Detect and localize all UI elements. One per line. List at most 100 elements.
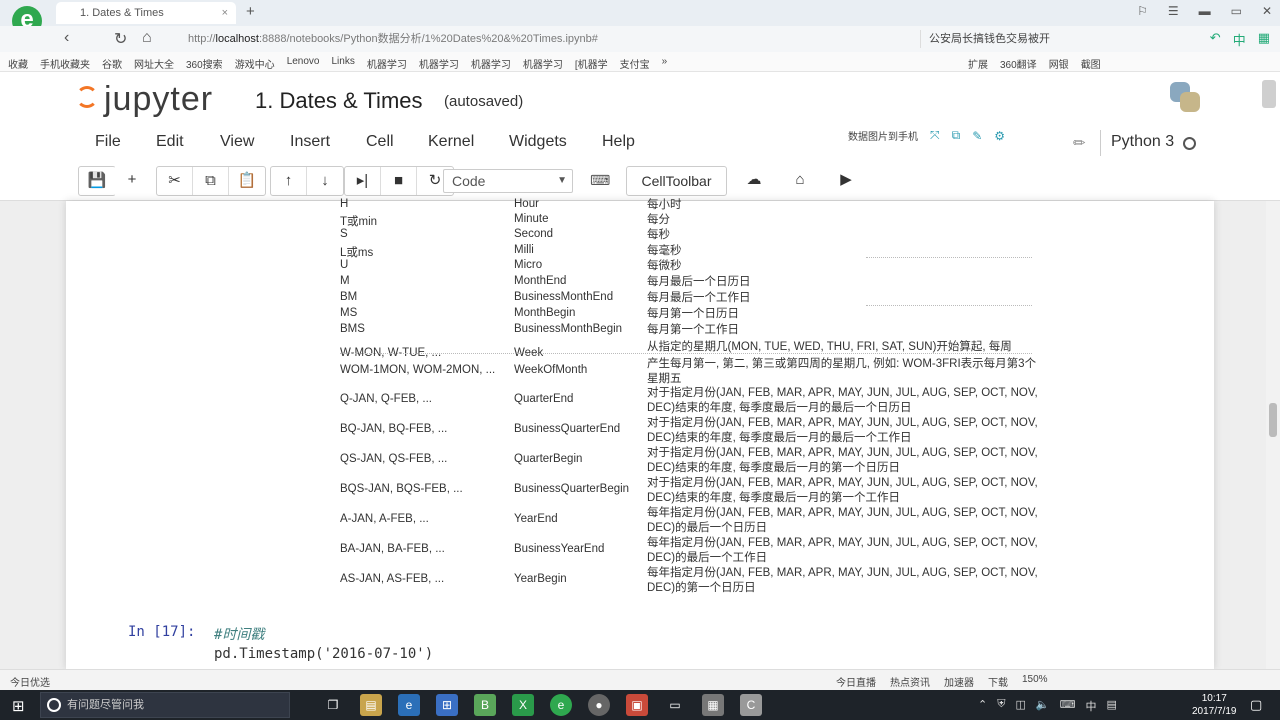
ime-indicator[interactable]: 中 bbox=[1085, 698, 1096, 714]
status-item[interactable]: 热点资讯 bbox=[890, 674, 930, 689]
bookmark-item[interactable]: Lenovo bbox=[287, 56, 320, 71]
app-tray-icon[interactable]: ▤ bbox=[1106, 698, 1116, 714]
bookmark-item[interactable]: 支付宝 bbox=[620, 56, 650, 71]
run-icon[interactable]: ▸| bbox=[345, 167, 381, 195]
status-item[interactable]: 下载 bbox=[988, 674, 1008, 689]
bookmark-item[interactable]: 机器学习 bbox=[419, 56, 459, 71]
scrollbar-thumb[interactable] bbox=[1269, 403, 1277, 437]
browser-tab[interactable]: 1. Dates & Times × bbox=[56, 2, 236, 24]
calculator-icon[interactable]: ▦ bbox=[702, 694, 724, 716]
status-item[interactable]: 加速器 bbox=[944, 674, 974, 689]
page-scroll-icon[interactable] bbox=[1262, 80, 1276, 108]
edit-icon[interactable]: ✎ bbox=[972, 129, 982, 143]
bookmark-item[interactable]: 机器学习 bbox=[471, 56, 511, 71]
maximize-icon[interactable]: ▭ bbox=[1231, 4, 1242, 18]
menu-help[interactable]: Help bbox=[602, 133, 635, 151]
browser-search-box[interactable]: 公安局长搞钱色交易被开 bbox=[920, 30, 1160, 48]
table-divider bbox=[340, 353, 1032, 354]
cell-type-select[interactable]: Code ▼ bbox=[443, 169, 573, 193]
screenshot-icon[interactable]: ⧉ bbox=[952, 128, 961, 143]
terminal-icon[interactable]: ▭ bbox=[664, 694, 686, 716]
network-icon[interactable]: ◫ bbox=[1015, 698, 1025, 714]
bookmark-tool[interactable]: 截图 bbox=[1081, 56, 1101, 71]
menu-insert[interactable]: Insert bbox=[290, 133, 330, 151]
insert-cell-icon[interactable]: + bbox=[114, 166, 150, 194]
video-icon[interactable]: ▶ bbox=[828, 166, 864, 194]
bookmark-item[interactable]: [机器学 bbox=[575, 56, 608, 71]
cell-toolbar-button[interactable]: CellToolbar bbox=[626, 166, 727, 196]
refresh-icon[interactable]: ↻ bbox=[114, 29, 127, 49]
keyboard-icon[interactable]: ⌨ bbox=[590, 172, 610, 189]
windows-start-icon[interactable]: ⊞ bbox=[12, 697, 25, 715]
phone-transfer-link[interactable]: 数据图片到手机 bbox=[848, 128, 918, 143]
move-down-icon[interactable]: ↓ bbox=[307, 167, 343, 195]
move-up-icon[interactable]: ↑ bbox=[271, 167, 307, 195]
translate-icon[interactable]: 中 bbox=[1233, 30, 1246, 49]
cut-icon[interactable]: ✂ bbox=[157, 167, 193, 195]
cortana-search[interactable]: 有问题尽管问我 bbox=[40, 692, 290, 718]
stop-icon[interactable]: ■ bbox=[381, 167, 417, 195]
gift-icon[interactable]: ⌂ bbox=[782, 166, 818, 194]
shield-icon[interactable]: ⛨ bbox=[997, 698, 1005, 714]
menu-view[interactable]: View bbox=[220, 133, 254, 151]
status-item[interactable]: 今日直播 bbox=[836, 674, 876, 689]
minimize-icon[interactable]: ▬ bbox=[1199, 4, 1211, 18]
notification-icon[interactable]: ▢ bbox=[1250, 697, 1262, 713]
skin-icon[interactable]: ⚐ bbox=[1137, 4, 1148, 18]
file-explorer-icon[interactable]: ▤ bbox=[360, 694, 382, 716]
bookmark-item[interactable]: » bbox=[662, 56, 668, 71]
status-left[interactable]: 今日优选 bbox=[10, 674, 50, 689]
store-icon[interactable]: ⊞ bbox=[436, 694, 458, 716]
menu-widgets[interactable]: Widgets bbox=[509, 133, 567, 151]
tab-close-icon[interactable]: × bbox=[222, 2, 228, 24]
home-icon[interactable]: ⌂ bbox=[142, 29, 152, 47]
paste-icon[interactable]: 📋 bbox=[229, 167, 265, 195]
bookmark-item[interactable]: 游戏中心 bbox=[235, 56, 275, 71]
notebook-container[interactable] bbox=[66, 201, 1214, 669]
app-icon[interactable]: ▣ bbox=[626, 694, 648, 716]
volume-icon[interactable]: 🔈 bbox=[1036, 698, 1050, 714]
task-view-icon[interactable]: ❐ bbox=[322, 694, 344, 716]
close-window-icon[interactable]: ✕ bbox=[1262, 4, 1272, 18]
copy-icon[interactable]: ⧉ bbox=[193, 167, 229, 195]
bookmark-tool[interactable]: 网银 bbox=[1049, 56, 1069, 71]
back-icon[interactable]: ‹ bbox=[64, 29, 69, 47]
bookmark-item[interactable]: Links bbox=[332, 56, 355, 71]
menu-kernel[interactable]: Kernel bbox=[428, 133, 474, 151]
media-icon[interactable]: ● bbox=[588, 694, 610, 716]
menu-cell[interactable]: Cell bbox=[366, 133, 394, 151]
code-comment[interactable]: #时间戳 bbox=[214, 624, 264, 644]
expand-icon[interactable]: ⤧ bbox=[930, 128, 940, 143]
url-field[interactable]: http://localhost:8888/notebooks/Python数据… bbox=[176, 30, 846, 48]
chevron-up-icon[interactable]: ⌃ bbox=[978, 698, 987, 714]
notebook-title[interactable]: 1. Dates & Times bbox=[255, 88, 423, 114]
menu-file[interactable]: File bbox=[95, 133, 121, 151]
bookmark-item[interactable]: 机器学习 bbox=[523, 56, 563, 71]
menu-icon[interactable]: ☰ bbox=[1168, 4, 1179, 18]
taskbar-clock[interactable]: 10:17 2017/7/19 bbox=[1192, 692, 1237, 718]
bookmark-item[interactable]: 谷歌 bbox=[102, 56, 122, 71]
cloud-upload-icon[interactable]: ☁ bbox=[736, 166, 772, 194]
window-icon[interactable]: C bbox=[740, 694, 762, 716]
notes-icon[interactable]: B bbox=[474, 694, 496, 716]
account-icon[interactable]: ↶ bbox=[1210, 30, 1221, 49]
spreadsheet-icon[interactable]: X bbox=[512, 694, 534, 716]
settings-icon[interactable]: ⚙ bbox=[994, 129, 1005, 143]
bookmark-item[interactable]: 手机收藏夹 bbox=[40, 56, 90, 71]
edge-icon[interactable]: e bbox=[398, 694, 420, 716]
menu-edit[interactable]: Edit bbox=[156, 133, 184, 151]
code-line[interactable]: pd.Timestamp('2016-07-10') bbox=[214, 646, 433, 662]
status-item[interactable]: 150% bbox=[1022, 674, 1048, 689]
new-tab-button[interactable]: + bbox=[246, 3, 255, 20]
bookmark-tool[interactable]: 扩展 bbox=[968, 56, 988, 71]
browser-task-icon[interactable]: e bbox=[550, 694, 572, 716]
bookmark-item[interactable]: 收藏 bbox=[8, 56, 28, 71]
bookmark-tool[interactable]: 360翻译 bbox=[1000, 56, 1037, 71]
bookmark-item[interactable]: 机器学习 bbox=[367, 56, 407, 71]
save-icon[interactable]: 💾 bbox=[79, 167, 115, 195]
grid-icon[interactable]: ▦ bbox=[1258, 30, 1270, 49]
jupyter-logo[interactable]: jupyter bbox=[76, 80, 213, 119]
keyboard-tray-icon[interactable]: ⌨ bbox=[1060, 698, 1076, 714]
bookmark-item[interactable]: 网址大全 bbox=[134, 56, 174, 71]
bookmark-item[interactable]: 360搜索 bbox=[186, 56, 223, 71]
